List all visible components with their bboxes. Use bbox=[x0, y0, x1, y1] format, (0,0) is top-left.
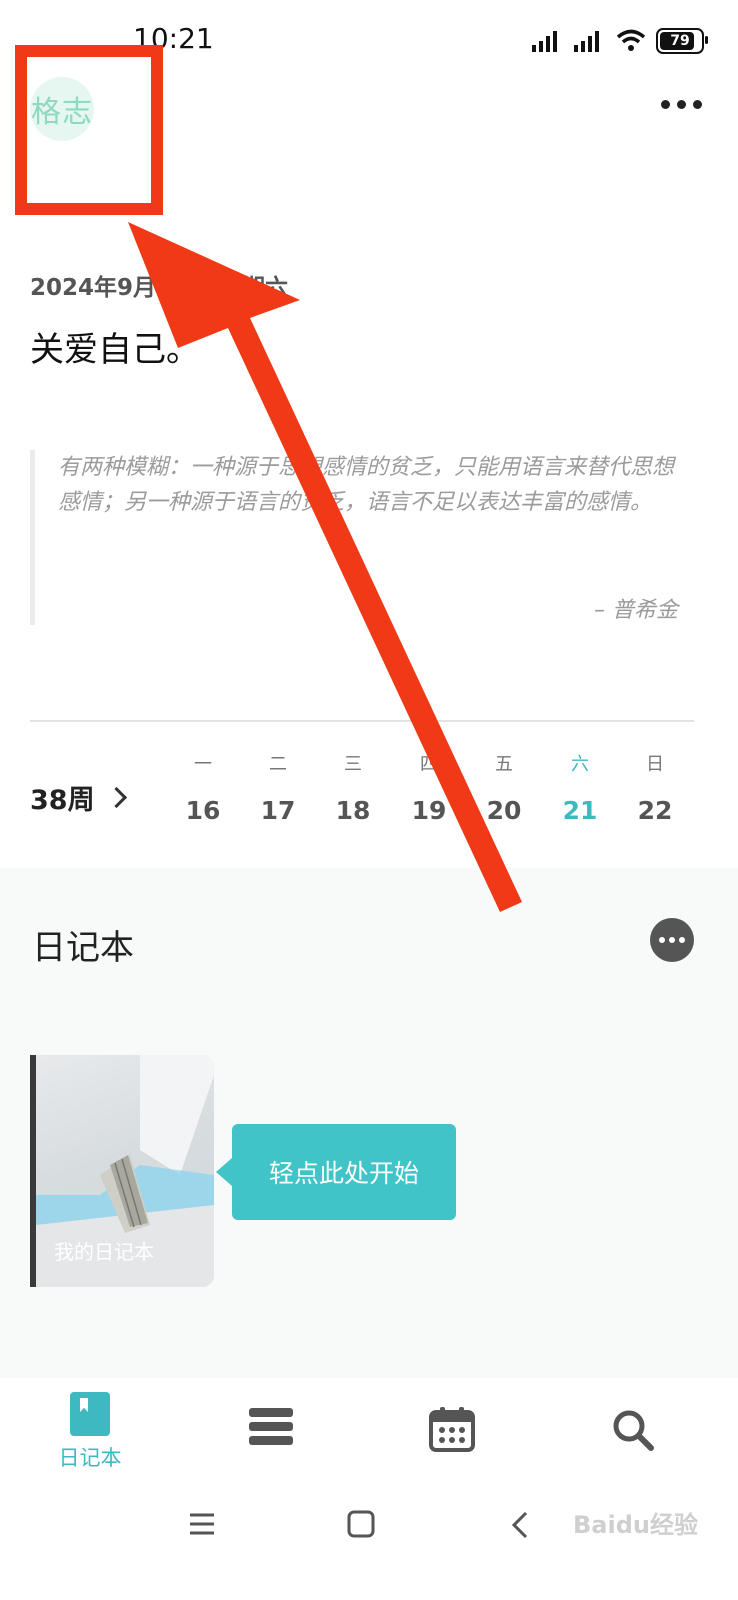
nav-item-search[interactable] bbox=[583, 1392, 683, 1452]
hint-text: 轻点此处开始 bbox=[268, 1159, 419, 1188]
watermark: Baidu经验 bbox=[573, 1511, 698, 1539]
nav-item-notebook[interactable]: 日记本 bbox=[40, 1392, 140, 1472]
notebook-icon bbox=[70, 1392, 110, 1436]
nav-item-calendar[interactable] bbox=[402, 1392, 502, 1452]
menu-icon[interactable] bbox=[188, 1510, 216, 1538]
list-icon bbox=[249, 1408, 293, 1445]
calendar-icon bbox=[429, 1407, 475, 1452]
notebook-card[interactable]: 我的日记本 bbox=[30, 1055, 214, 1287]
search-icon bbox=[613, 1410, 654, 1451]
annotation-arrow-icon bbox=[128, 222, 522, 912]
nav-item-list[interactable] bbox=[221, 1392, 321, 1445]
start-hint-tooltip[interactable]: 轻点此处开始 bbox=[216, 1124, 456, 1220]
nav-label: 日记本 bbox=[58, 1446, 122, 1470]
notebook-spine bbox=[30, 1055, 36, 1287]
notebook-label: 我的日记本 bbox=[54, 1240, 154, 1264]
home-icon[interactable] bbox=[347, 1510, 375, 1538]
back-icon[interactable] bbox=[508, 1510, 532, 1540]
